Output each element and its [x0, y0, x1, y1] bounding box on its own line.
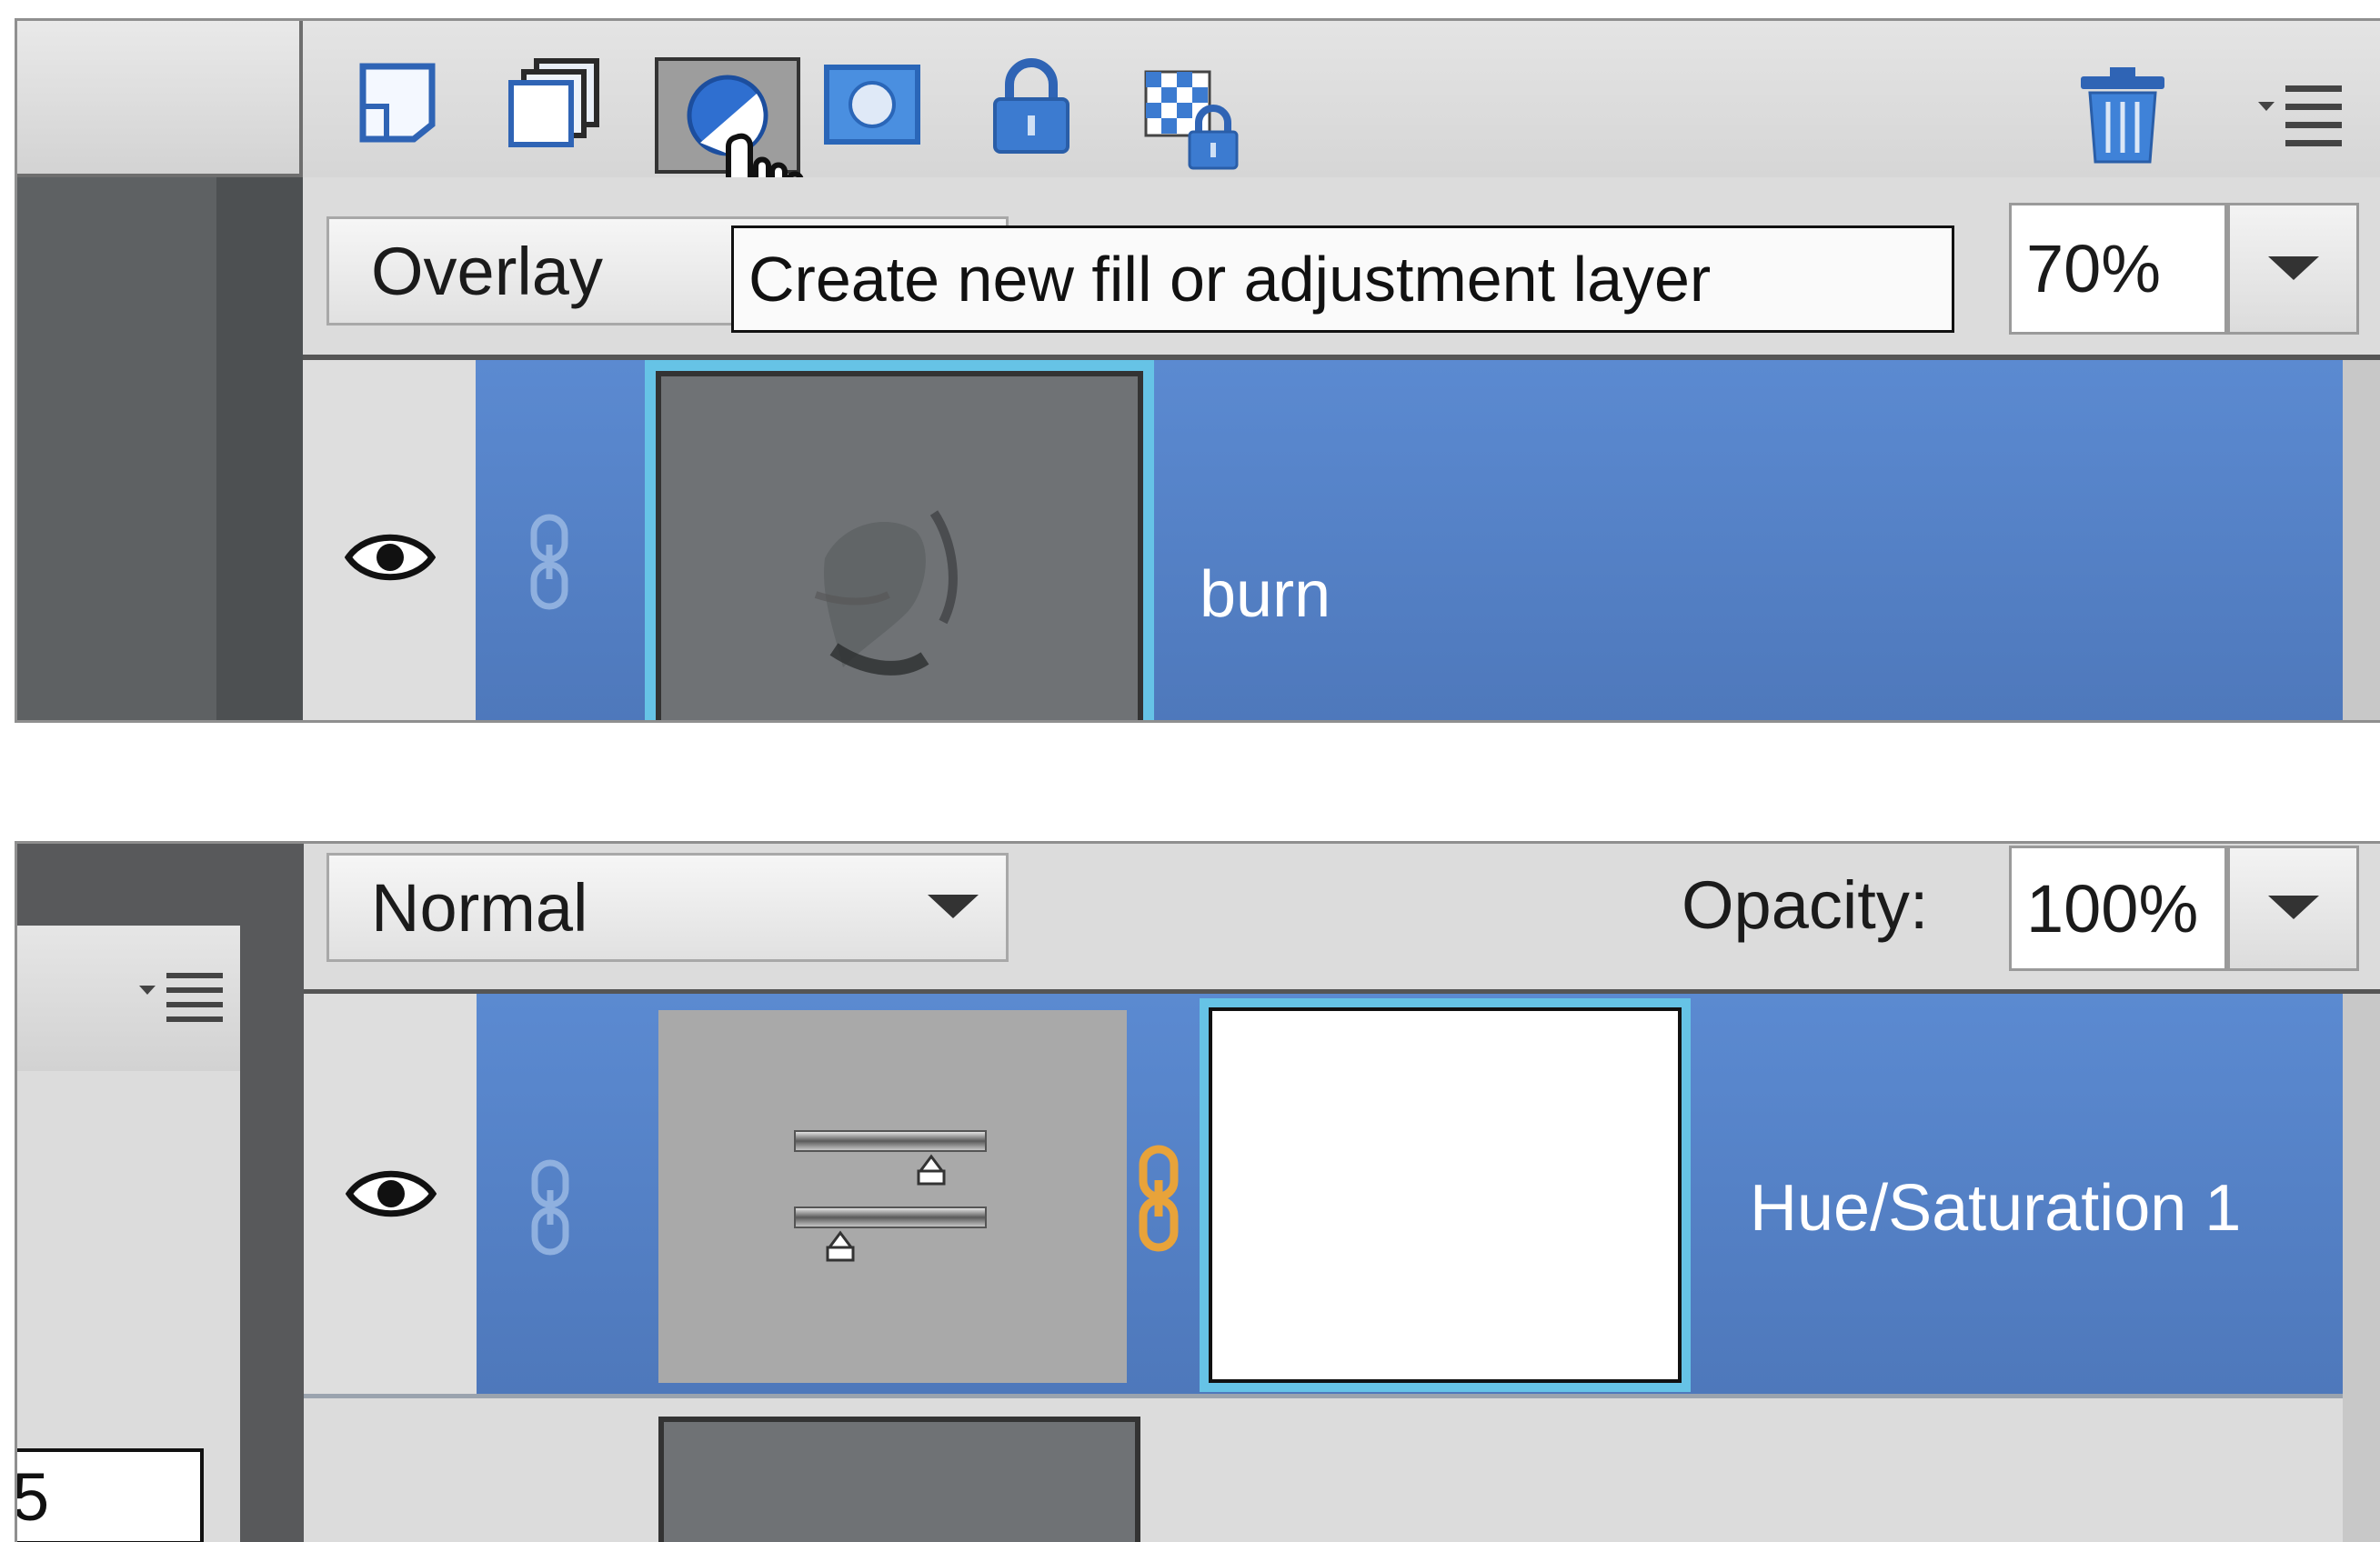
panel-menu-button[interactable] [2250, 75, 2350, 157]
lock-transparency-button[interactable] [1140, 66, 1250, 175]
eye-icon [346, 1162, 437, 1226]
delete-layer-button[interactable] [2068, 57, 2177, 171]
tooltip-text: Create new fill or adjustment layer [748, 244, 1712, 315]
link-icon [527, 512, 572, 612]
layer-mask-button[interactable] [818, 59, 927, 150]
side-panel-dark-header [17, 844, 240, 926]
next-layer-thumbnail [664, 1422, 1135, 1542]
panel-menu-icon [136, 971, 226, 1026]
layer-thumbnail [661, 376, 1138, 720]
lock-all-button[interactable] [981, 53, 1081, 157]
new-layer-button[interactable] [349, 53, 449, 148]
tooltip: Create new fill or adjustment layer [731, 225, 1954, 333]
side-panel-divider [216, 177, 303, 720]
layer-name: burn [1200, 558, 1331, 631]
visibility-toggle[interactable] [346, 1162, 437, 1235]
panel-menu-icon [2254, 80, 2345, 153]
adjustment-thumbnail[interactable] [658, 1010, 1127, 1383]
opacity-dropdown-button[interactable] [2227, 203, 2359, 335]
opacity-label: Opacity: [1682, 867, 1929, 943]
side-panel-header [17, 21, 303, 177]
layer-row-next[interactable] [304, 1398, 2343, 1542]
blend-mode-value: Normal [371, 869, 588, 946]
side-panel-divider [240, 844, 304, 1542]
chevron-down-icon [928, 895, 979, 920]
mask-link-icon[interactable] [1136, 1144, 1181, 1253]
mask-preview [1209, 1007, 1682, 1383]
new-group-button[interactable] [499, 53, 608, 153]
link-icon [527, 1157, 573, 1257]
scrollbar-track[interactable] [2343, 994, 2380, 1542]
layers-panel-bottom: 5 Normal Opacity: 100% Hue/Saturation 1 [15, 841, 2380, 1542]
opacity-input[interactable]: 70% [2009, 203, 2227, 335]
opacity-value: 70% [2026, 231, 2162, 306]
opacity-input[interactable]: 100% [2009, 846, 2227, 971]
chevron-down-icon [2267, 255, 2319, 282]
layers-panel-top: Overlay 70% Create new fill or adjustmen… [15, 18, 2380, 723]
blend-mode-dropdown[interactable]: Normal [326, 853, 1009, 962]
hue-saturation-icon [786, 1124, 995, 1278]
side-value-text: 5 [15, 1458, 50, 1535]
lock-all-icon [988, 55, 1075, 155]
layer-mask-thumbnail[interactable] [1200, 998, 1691, 1392]
scrollbar-track[interactable] [2343, 360, 2380, 720]
side-panel-area [17, 177, 216, 720]
blend-mode-value: Overlay [371, 233, 603, 309]
side-value-field[interactable]: 5 [17, 1448, 204, 1542]
trash-icon [2077, 64, 2168, 165]
layer-mask-icon [822, 63, 922, 146]
opacity-dropdown-button[interactable] [2227, 846, 2359, 971]
new-layer-icon [356, 57, 443, 145]
layer-name: Hue/Saturation 1 [1750, 1172, 2242, 1245]
chevron-down-icon [2267, 896, 2319, 921]
new-group-icon [504, 55, 604, 150]
lock-transparency-icon [1142, 68, 1248, 174]
side-panel-menu-button[interactable] [136, 971, 226, 1035]
eye-icon [345, 526, 436, 589]
opacity-value: 100% [2026, 870, 2199, 946]
visibility-toggle[interactable] [345, 526, 436, 598]
